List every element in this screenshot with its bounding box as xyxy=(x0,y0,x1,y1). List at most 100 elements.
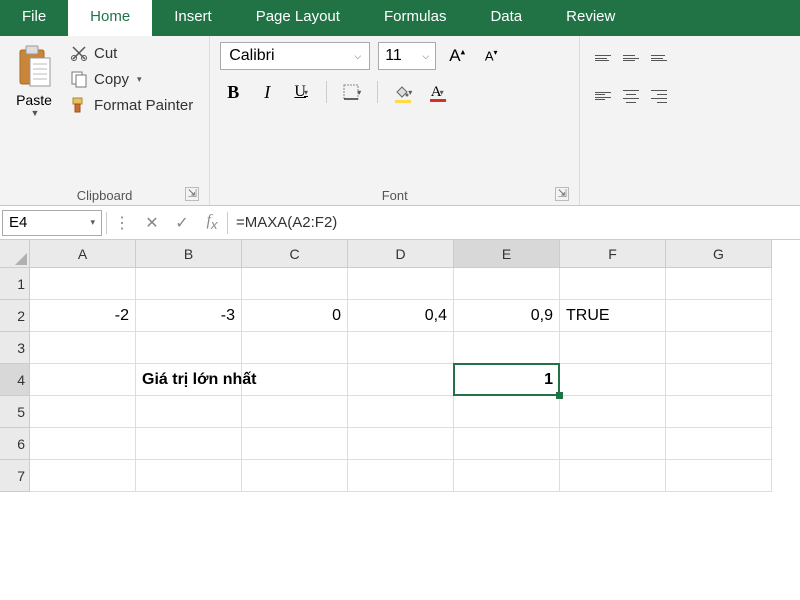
font-name-select[interactable]: Calibri ⌵ xyxy=(220,42,370,70)
cell-C4[interactable] xyxy=(242,364,348,396)
cell-B5[interactable] xyxy=(136,396,242,428)
row-header[interactable]: 7 xyxy=(0,460,30,492)
row-header[interactable]: 6 xyxy=(0,428,30,460)
row-header[interactable]: 5 xyxy=(0,396,30,428)
select-all-corner[interactable] xyxy=(0,240,30,268)
tab-formulas[interactable]: Formulas xyxy=(362,0,469,36)
cell-B7[interactable] xyxy=(136,460,242,492)
cell-D6[interactable] xyxy=(348,428,454,460)
cut-button[interactable]: Cut xyxy=(64,42,199,64)
cell-G1[interactable] xyxy=(666,268,772,300)
column-header[interactable]: F xyxy=(560,240,666,268)
cell-D5[interactable] xyxy=(348,396,454,428)
cell-F1[interactable] xyxy=(560,268,666,300)
cell-D4[interactable] xyxy=(348,364,454,396)
tab-pagelayout[interactable]: Page Layout xyxy=(234,0,362,36)
cell-B2[interactable]: -3 xyxy=(136,300,242,332)
cell-A5[interactable] xyxy=(30,396,136,428)
underline-button[interactable]: U▾ xyxy=(288,80,314,104)
tab-review[interactable]: Review xyxy=(544,0,637,36)
cell-F5[interactable] xyxy=(560,396,666,428)
font-color-button[interactable]: A ▾ xyxy=(424,80,450,104)
enter-icon[interactable]: ✓ xyxy=(167,213,197,233)
cell-D7[interactable] xyxy=(348,460,454,492)
format-painter-button[interactable]: Format Painter xyxy=(64,94,199,116)
cell-F3[interactable] xyxy=(560,332,666,364)
dialog-launcher-icon[interactable]: ⇲ xyxy=(555,187,569,201)
fx-icon[interactable]: fx xyxy=(197,212,227,232)
column-header[interactable]: C xyxy=(242,240,348,268)
fill-handle[interactable] xyxy=(556,392,563,399)
cell-G5[interactable] xyxy=(666,396,772,428)
font-size-select[interactable]: 11 ⌵ xyxy=(378,42,436,70)
cell-C7[interactable] xyxy=(242,460,348,492)
cell-E5[interactable] xyxy=(454,396,560,428)
tab-home[interactable]: Home xyxy=(68,0,152,36)
cell-F2[interactable]: TRUE xyxy=(560,300,666,332)
copy-button[interactable]: Copy ▾ xyxy=(64,68,199,90)
cell-E6[interactable] xyxy=(454,428,560,460)
row-header[interactable]: 4 xyxy=(0,364,30,396)
formula-input[interactable]: =MAXA(A2:F2) xyxy=(228,214,800,231)
tab-insert[interactable]: Insert xyxy=(152,0,234,36)
increase-font-button[interactable]: A▴ xyxy=(444,44,470,68)
column-header[interactable]: E xyxy=(454,240,560,268)
tab-data[interactable]: Data xyxy=(468,0,544,36)
row-header[interactable]: 1 xyxy=(0,268,30,300)
column-header[interactable]: G xyxy=(666,240,772,268)
decrease-font-button[interactable]: A▾ xyxy=(478,44,504,68)
cell-D3[interactable] xyxy=(348,332,454,364)
cell-C3[interactable] xyxy=(242,332,348,364)
cell-E4[interactable]: 1 xyxy=(454,364,560,396)
cell-E3[interactable] xyxy=(454,332,560,364)
cell-G6[interactable] xyxy=(666,428,772,460)
align-middle-button[interactable] xyxy=(618,46,644,70)
align-center-button[interactable] xyxy=(618,84,644,108)
tab-file[interactable]: File xyxy=(0,0,68,36)
cell-E2[interactable]: 0,9 xyxy=(454,300,560,332)
cell-B3[interactable] xyxy=(136,332,242,364)
cell-A6[interactable] xyxy=(30,428,136,460)
align-bottom-button[interactable] xyxy=(646,46,672,70)
cell-F7[interactable] xyxy=(560,460,666,492)
cell-D1[interactable] xyxy=(348,268,454,300)
cell-A4[interactable] xyxy=(30,364,136,396)
cell-C2[interactable]: 0 xyxy=(242,300,348,332)
align-top-button[interactable] xyxy=(590,46,616,70)
border-button[interactable]: ▾ xyxy=(339,80,365,104)
cell-G2[interactable] xyxy=(666,300,772,332)
cell-G4[interactable] xyxy=(666,364,772,396)
more-button[interactable]: ⋮ xyxy=(107,213,137,233)
cell-B6[interactable] xyxy=(136,428,242,460)
column-header[interactable]: A xyxy=(30,240,136,268)
name-box[interactable]: E4 ▾ xyxy=(2,210,102,236)
paste-button[interactable]: Paste ▼ xyxy=(10,42,58,185)
cell-E1[interactable] xyxy=(454,268,560,300)
cell-G7[interactable] xyxy=(666,460,772,492)
dialog-launcher-icon[interactable]: ⇲ xyxy=(185,187,199,201)
cell-A7[interactable] xyxy=(30,460,136,492)
cell-C6[interactable] xyxy=(242,428,348,460)
align-right-button[interactable] xyxy=(646,84,672,108)
cell-C1[interactable] xyxy=(242,268,348,300)
cell-A2[interactable]: -2 xyxy=(30,300,136,332)
cell-G3[interactable] xyxy=(666,332,772,364)
cell-B1[interactable] xyxy=(136,268,242,300)
cell-D2[interactable]: 0,4 xyxy=(348,300,454,332)
cell-B4[interactable]: Giá trị lớn nhất xyxy=(136,364,242,396)
italic-button[interactable]: I xyxy=(254,80,280,104)
cell-A3[interactable] xyxy=(30,332,136,364)
cell-C5[interactable] xyxy=(242,396,348,428)
bold-button[interactable]: B xyxy=(220,80,246,104)
column-header[interactable]: B xyxy=(136,240,242,268)
cell-A1[interactable] xyxy=(30,268,136,300)
row-header[interactable]: 2 xyxy=(0,300,30,332)
cell-F6[interactable] xyxy=(560,428,666,460)
cancel-icon[interactable]: ✕ xyxy=(137,213,167,233)
cell-F4[interactable] xyxy=(560,364,666,396)
column-header[interactable]: D xyxy=(348,240,454,268)
fill-color-button[interactable]: ▾ xyxy=(390,80,416,104)
row-header[interactable]: 3 xyxy=(0,332,30,364)
cell-E7[interactable] xyxy=(454,460,560,492)
align-left-button[interactable] xyxy=(590,84,616,108)
